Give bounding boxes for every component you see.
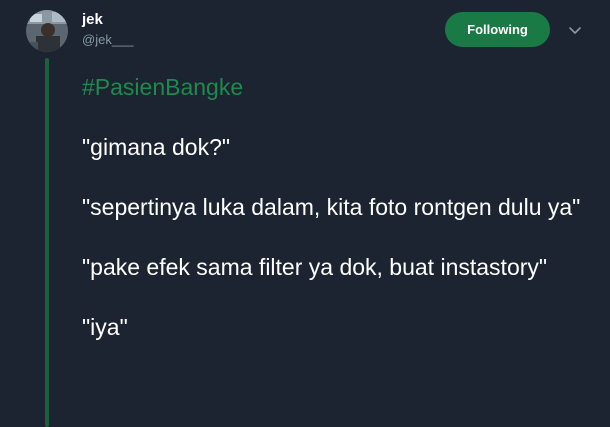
- avatar-image: [26, 10, 68, 52]
- thread-line: [45, 58, 49, 427]
- chevron-down-icon[interactable]: [567, 22, 583, 38]
- hashtag-link[interactable]: #PasienBangke: [82, 72, 602, 102]
- tweet-line: "gimana dok?": [82, 134, 231, 160]
- tweet-line: "pake efek sama filter ya dok, buat inst…: [82, 254, 548, 280]
- tweet-card: jek @jek___ Following #PasienBangke "gim…: [0, 0, 610, 427]
- tweet-text: #PasienBangke "gimana dok?" "sepertinya …: [82, 72, 602, 342]
- user-handle[interactable]: @jek___: [82, 32, 134, 48]
- tweet-line: "iya": [82, 314, 128, 340]
- tweet-line: "sepertinya luka dalam, kita foto rontge…: [82, 194, 581, 220]
- avatar[interactable]: [26, 10, 68, 52]
- display-name[interactable]: jek: [82, 11, 103, 29]
- following-button[interactable]: Following: [445, 12, 550, 47]
